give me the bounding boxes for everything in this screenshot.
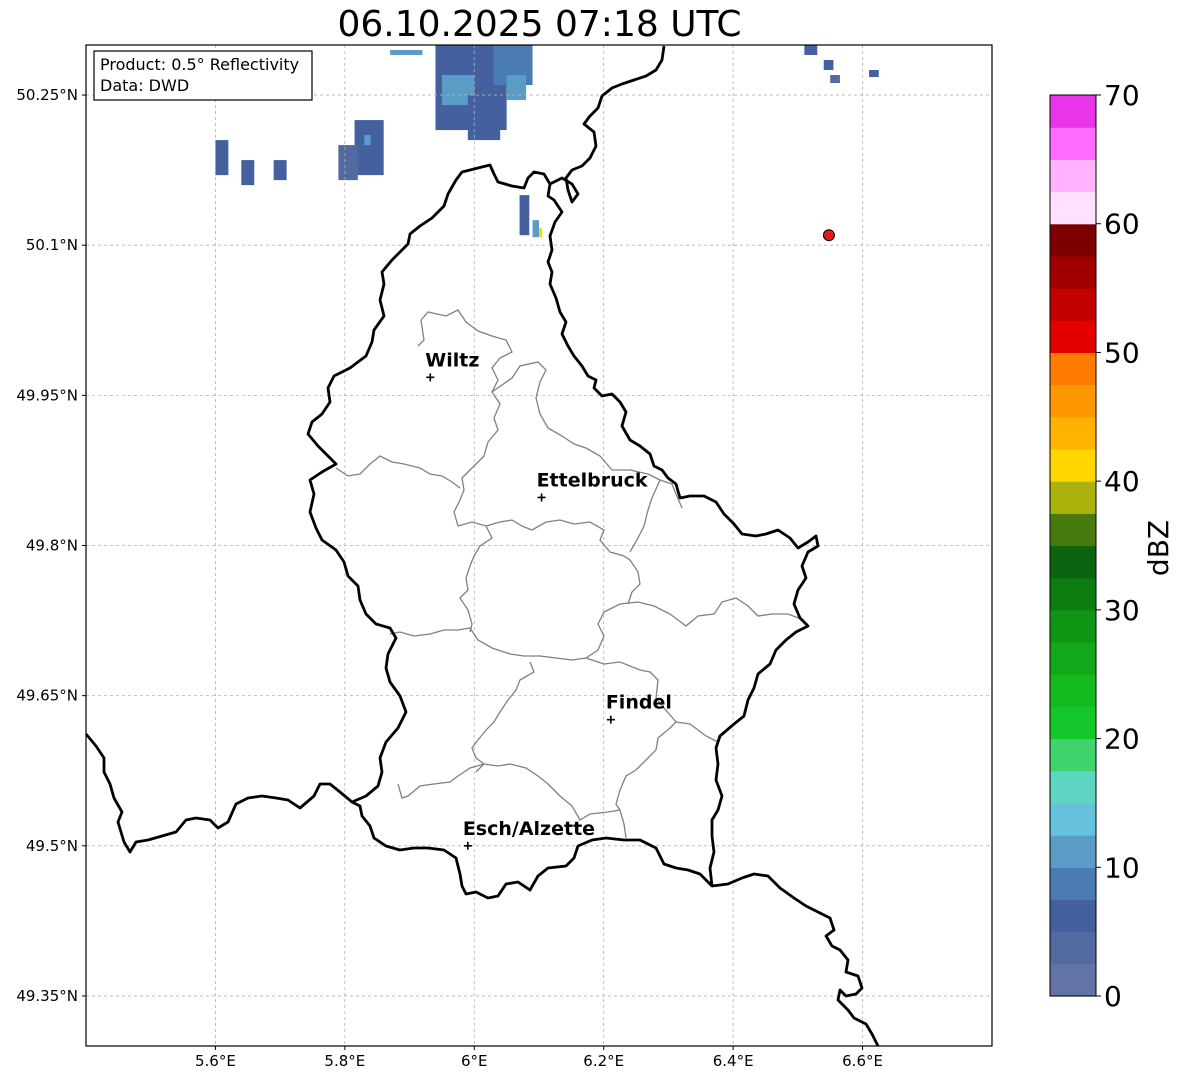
colorbar-swatch <box>1050 95 1096 128</box>
precip-cell <box>519 195 530 236</box>
info-box: Product: 0.5° Reflectivity Data: DWD <box>93 50 313 101</box>
colorbar-swatch <box>1050 609 1096 643</box>
tick-label-lat: 49.65°N <box>16 687 78 705</box>
radar-figure: 5.6°E 5.8°E 6°E 6.2°E 6.4°E 6.6°E 50.25°N 50.1°… <box>16 44 1175 1070</box>
colorbar-swatch <box>1050 770 1096 804</box>
colorbar-swatch <box>1050 577 1096 611</box>
colorbar-swatch <box>1050 867 1096 901</box>
colorbar-swatch <box>1050 159 1096 193</box>
colorbar-tick-label: 60 <box>1104 208 1140 241</box>
colorbar-swatch <box>1050 416 1096 450</box>
city-label: Findel <box>606 692 672 714</box>
colorbar-swatch <box>1050 642 1096 675</box>
colorbar-swatch <box>1050 223 1096 257</box>
tick-label-lon: 5.6°E <box>195 1052 236 1070</box>
colorbar-swatch <box>1050 384 1096 418</box>
colorbar-swatch <box>1050 513 1096 547</box>
tick-label-lon: 6.2°E <box>583 1052 624 1070</box>
precip-cell <box>273 160 287 181</box>
colorbar-tick-label: 0 <box>1104 980 1122 1013</box>
colorbar-swatch <box>1050 481 1096 514</box>
info-data-source: Data: DWD <box>100 76 189 95</box>
colorbar-swatch <box>1050 255 1096 289</box>
colorbar-swatch <box>1050 802 1096 836</box>
tick-label-lat: 49.5°N <box>26 837 78 855</box>
tick-label-lon: 5.8°E <box>324 1052 365 1070</box>
precip-cell <box>869 70 879 78</box>
colorbar-ticks: 0 10 20 30 40 50 60 70 <box>1096 79 1140 1013</box>
info-product: Product: 0.5° Reflectivity <box>100 55 299 74</box>
tick-label-lat: 49.95°N <box>16 386 78 404</box>
tick-label-lon: 6.4°E <box>713 1052 754 1070</box>
colorbar-tick-label: 20 <box>1104 723 1140 756</box>
colorbar-swatch <box>1050 320 1096 354</box>
colorbar-swatch <box>1050 899 1096 933</box>
colorbar-swatch <box>1050 835 1096 868</box>
tick-label-lon: 6°E <box>461 1052 488 1070</box>
city-label: Esch/Alzette <box>463 818 595 840</box>
colorbar-swatch <box>1050 352 1096 386</box>
precip-cell <box>467 95 501 141</box>
colorbar-swatch <box>1050 963 1096 997</box>
colorbar-swatch <box>1050 931 1096 965</box>
precip-cell <box>364 135 371 146</box>
colorbar-tick-label: 70 <box>1104 79 1140 112</box>
precip-cell <box>354 120 384 176</box>
precip-cell <box>215 140 229 176</box>
colorbar-swatch <box>1050 738 1096 772</box>
precip-cell <box>241 160 255 186</box>
tick-label-lon: 6.6°E <box>842 1052 883 1070</box>
colorbar-swatch <box>1050 674 1096 707</box>
city-label: Wiltz <box>425 349 479 371</box>
precip-cell <box>804 45 818 56</box>
colorbar-swatch <box>1050 191 1096 225</box>
colorbar-swatch <box>1050 127 1096 160</box>
colorbar-tick-label: 50 <box>1104 336 1140 369</box>
precip-cell <box>532 220 539 238</box>
colorbar-swatch <box>1050 545 1096 579</box>
tick-label-lat: 49.8°N <box>26 537 78 555</box>
colorbar-tick-label: 40 <box>1104 465 1140 498</box>
precip-cell <box>823 60 834 71</box>
colorbar-swatch <box>1050 706 1096 740</box>
precip-cell <box>830 75 840 84</box>
tick-label-lat: 50.1°N <box>26 236 78 254</box>
tick-label-lat: 49.35°N <box>16 987 78 1005</box>
radar-site-marker[interactable] <box>822 229 835 242</box>
precip-cell <box>539 228 543 238</box>
precip-cell <box>390 50 423 56</box>
map-area[interactable] <box>86 45 992 1046</box>
city-label: Ettelbruck <box>537 469 648 491</box>
colorbar-swatch <box>1050 288 1096 321</box>
colorbar-swatch <box>1050 448 1096 482</box>
colorbar-title: dBZ <box>1142 520 1175 576</box>
precip-cell <box>338 145 358 181</box>
precip-cell <box>506 75 527 101</box>
colorbar: 0 10 20 30 40 50 60 70 dBZ <box>1049 79 1175 1013</box>
colorbar-tick-label: 30 <box>1104 594 1140 627</box>
colorbar-swatches <box>1050 95 1096 997</box>
tick-label-lat: 50.25°N <box>16 86 78 104</box>
colorbar-tick-label: 10 <box>1104 851 1140 884</box>
